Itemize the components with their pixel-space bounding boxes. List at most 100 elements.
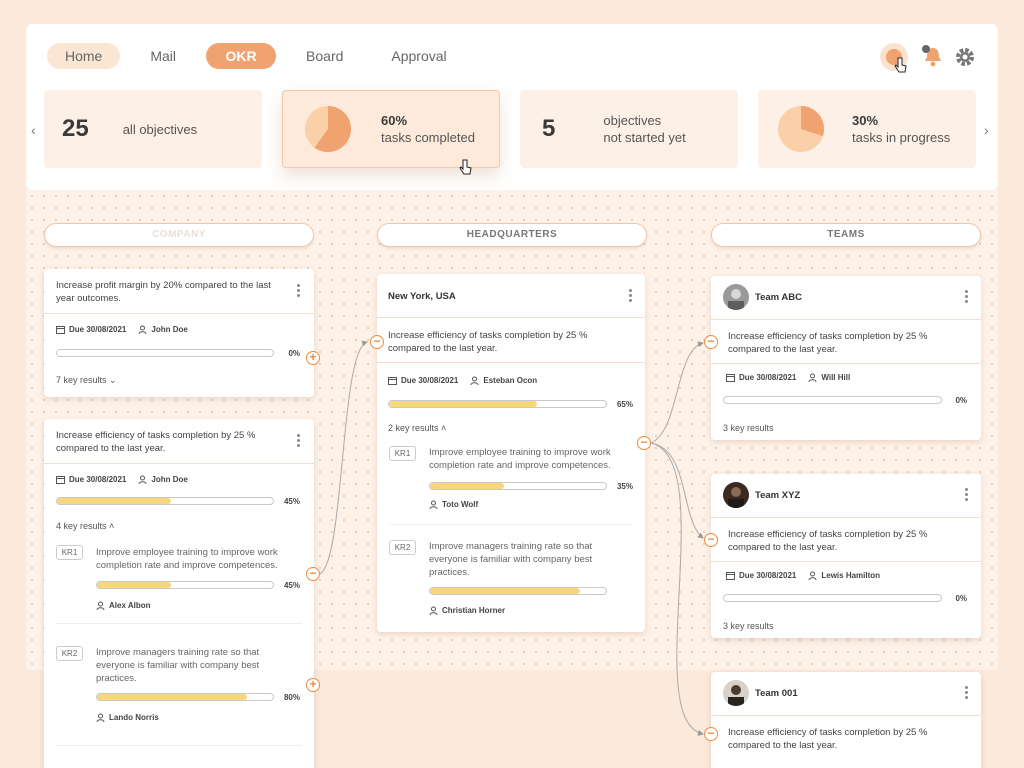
kr-text: Improve employee training to improve wor… — [96, 547, 278, 571]
progress-bar — [96, 581, 274, 589]
collapse-connector-icon[interactable]: − — [637, 436, 651, 450]
due-date: Due 30/08/2021 — [401, 376, 459, 385]
calendar-icon — [56, 476, 65, 484]
due-date: Due 30/08/2021 — [739, 373, 797, 382]
owner-name: John Doe — [151, 475, 188, 484]
progress-percent: 65% — [616, 400, 633, 409]
progress-percent: 80% — [283, 693, 300, 702]
kr-badge: KR2 — [389, 540, 416, 555]
nav-approval[interactable]: Approval — [373, 43, 464, 69]
kr-text: Improve employee training to improve wor… — [429, 447, 611, 471]
key-results-toggle[interactable]: 4 key results ˄ — [56, 521, 114, 531]
user-icon — [138, 325, 147, 334]
more-options-icon[interactable] — [297, 284, 301, 298]
pie-chart-icon — [305, 106, 351, 152]
stat-not-started[interactable]: 5 objectives not started yet — [520, 90, 738, 168]
owner-name: Alex Albon — [109, 601, 151, 610]
main-nav: Home Mail OKR Board Approval — [47, 43, 477, 69]
stat-all-objectives[interactable]: 25 all objectives — [44, 90, 262, 168]
kr-badge: KR1 — [389, 446, 416, 461]
chevron-up-icon: ˄ — [441, 423, 447, 433]
user-icon — [429, 500, 438, 509]
gear-icon — [956, 48, 974, 66]
objective-title: Increase efficiency of tasks completion … — [728, 727, 928, 751]
collapse-connector-icon[interactable]: − — [704, 335, 718, 349]
key-results-toggle[interactable]: 2 key results ˄ — [388, 423, 446, 433]
stat-value: 30% — [852, 113, 879, 128]
headquarters-objective-card[interactable]: New York, USA Increase efficiency of tas… — [377, 274, 645, 632]
nav-mail[interactable]: Mail — [132, 43, 194, 69]
progress-bar — [56, 349, 274, 357]
key-results-toggle[interactable]: 3 key results — [723, 423, 774, 433]
progress-bar — [723, 594, 942, 602]
owner-name: John Doe — [151, 325, 188, 334]
collapse-connector-icon[interactable]: − — [704, 727, 718, 741]
notification-badge — [922, 45, 930, 53]
nav-board[interactable]: Board — [288, 43, 361, 69]
chevron-up-icon: ˄ — [109, 521, 115, 531]
progress-bar — [96, 693, 274, 701]
more-options-icon[interactable] — [297, 434, 301, 448]
team-name: Team XYZ — [755, 490, 801, 501]
progress-bar — [723, 396, 942, 404]
objective-title: Increase efficiency of tasks completion … — [388, 330, 588, 354]
user-icon — [808, 373, 817, 382]
user-icon — [138, 475, 147, 484]
stat-value: 60% — [381, 113, 408, 128]
column-header-teams[interactable]: TEAMS — [711, 223, 981, 247]
calendar-icon — [726, 374, 735, 382]
notifications-button[interactable] — [922, 45, 944, 69]
progress-bar — [429, 482, 607, 490]
stats-next-arrow[interactable]: › — [984, 122, 989, 138]
more-options-icon[interactable] — [965, 488, 969, 502]
settings-button[interactable] — [954, 46, 976, 68]
chevron-down-icon: ⌄ — [109, 375, 117, 385]
objective-title: Increase profit margin by 20% compared t… — [56, 280, 271, 304]
progress-percent: 0% — [955, 594, 967, 603]
stat-label-2: not started yet — [603, 130, 686, 145]
collapse-connector-icon[interactable]: − — [704, 533, 718, 547]
company-objective-card[interactable]: Increase efficiency of tasks completion … — [44, 419, 314, 768]
hand-cursor-icon — [459, 159, 472, 175]
user-icon — [96, 601, 105, 610]
more-options-icon[interactable] — [629, 289, 633, 303]
header-actions — [880, 43, 976, 73]
owner-name: Esteban Ocon — [483, 376, 538, 385]
team-objective-card[interactable]: Team XYZ Increase efficiency of tasks co… — [711, 474, 981, 638]
collapse-connector-icon[interactable]: − — [370, 335, 384, 349]
pie-chart-icon — [778, 106, 824, 152]
stat-value: 25 — [62, 115, 89, 142]
key-results-toggle[interactable]: 3 key results — [723, 621, 774, 631]
stats-prev-arrow[interactable]: ‹ — [31, 122, 36, 138]
profile-button[interactable] — [880, 43, 908, 73]
column-header-company[interactable]: COMPANY — [44, 223, 314, 247]
expand-connector-icon[interactable]: + — [306, 351, 320, 365]
nav-okr[interactable]: OKR — [206, 43, 277, 69]
collapse-connector-icon[interactable]: − — [306, 567, 320, 581]
location-title: New York, USA — [388, 291, 456, 302]
calendar-icon — [726, 572, 735, 580]
progress-percent: 45% — [283, 581, 300, 590]
progress-percent: 0% — [955, 396, 967, 405]
stat-label: tasks completed — [381, 130, 475, 145]
key-results-toggle[interactable]: 7 key results ⌄ — [56, 375, 117, 386]
stat-in-progress[interactable]: 30% tasks in progress — [758, 90, 976, 168]
team-objective-card[interactable]: Team 001 Increase efficiency of tasks co… — [711, 672, 981, 768]
progress-percent: 0% — [288, 349, 300, 358]
objective-title: Increase efficiency of tasks completion … — [56, 430, 256, 454]
more-options-icon[interactable] — [965, 290, 969, 304]
team-avatar — [723, 680, 749, 706]
kr-text: Improve managers training rate so that e… — [96, 647, 260, 684]
team-objective-card[interactable]: Team ABC Increase efficiency of tasks co… — [711, 276, 981, 440]
expand-connector-icon[interactable]: + — [306, 678, 320, 692]
stat-tasks-completed[interactable]: 60% tasks completed — [282, 90, 500, 175]
user-icon — [429, 606, 438, 615]
due-date: Due 30/08/2021 — [739, 571, 797, 580]
owner-name: Toto Wolf — [442, 500, 479, 509]
nav-home[interactable]: Home — [47, 43, 121, 69]
company-objective-card[interactable]: Increase profit margin by 20% compared t… — [44, 269, 314, 397]
owner-name: Lando Norris — [109, 713, 159, 722]
column-header-headquarters[interactable]: HEADQUARTERS — [377, 223, 647, 247]
more-options-icon[interactable] — [965, 686, 969, 700]
owner-name: Lewis Hamilton — [821, 571, 881, 580]
